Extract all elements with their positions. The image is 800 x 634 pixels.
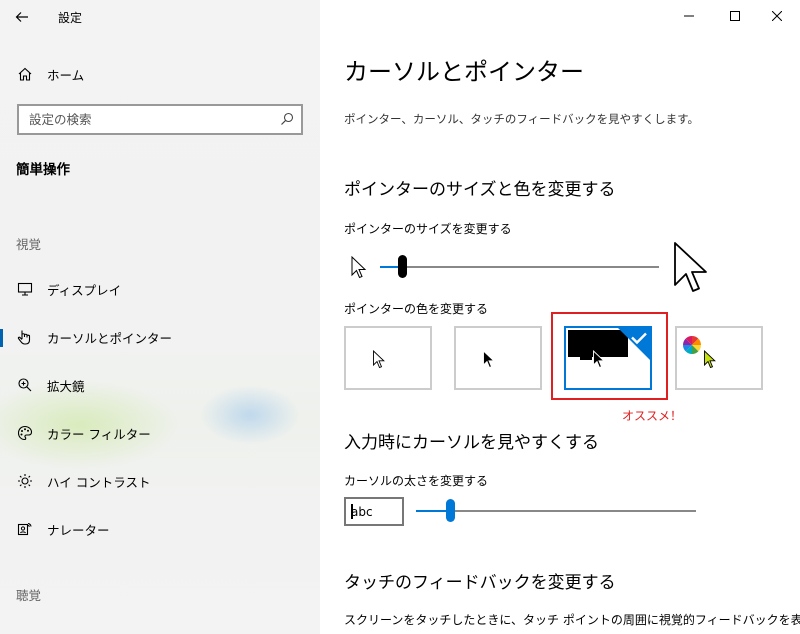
slider-thumb[interactable] [398,255,407,278]
cursor-preview-text: abc [351,505,373,519]
maximize-icon [730,11,740,21]
sidebar-item-label: カーソルとポインター [47,330,173,346]
sidebar-item-display[interactable]: ディスプレイ [0,273,320,305]
sidebar-item-narrator[interactable]: ナレーター [0,513,320,545]
sidebar: 設定 ホーム 簡単操作 視覚 ディスプレイ カーソルとポインター 拡大鏡 [0,0,320,634]
large-pointer-icon [674,242,707,292]
window-title: 設定 [58,11,83,25]
cursor-preview: abc [344,497,404,526]
pointer-color-custom[interactable] [675,326,763,390]
sidebar-item-label: ナレーター [47,522,110,538]
home-icon [16,65,34,83]
pointer-size-label: ポインターのサイズを変更する [344,222,512,236]
sidebar-item-color-filter[interactable]: カラー フィルター [0,417,320,449]
monitor-icon [16,280,34,298]
back-arrow-icon [15,12,28,22]
lime-pointer-icon [704,350,716,369]
pointer-color-white[interactable] [344,326,432,390]
close-button[interactable] [754,0,800,32]
slider-track [380,266,659,268]
sidebar-item-label: カラー フィルター [47,426,151,442]
black-pointer-icon [483,350,495,369]
pointer-hand-icon [16,328,34,346]
page-title: カーソルとポインター [344,58,584,86]
sun-icon [16,472,34,490]
sidebar-item-magnifier[interactable]: 拡大鏡 [0,369,320,401]
pointer-color-black[interactable] [454,326,542,390]
slider-thumb[interactable] [446,499,455,522]
small-pointer-icon [351,256,367,279]
title-bar: 設定 [0,0,320,34]
search-icon [279,111,295,131]
category-hearing: 聴覚 [16,588,42,603]
sidebar-item-label: 拡大鏡 [47,378,85,394]
color-wheel-icon [683,336,701,354]
magnifier-icon [16,376,34,394]
sidebar-item-label: ホーム [47,67,85,83]
narrator-icon [16,520,34,538]
palette-icon [16,424,34,442]
close-icon [772,11,782,21]
white-pointer-icon [373,350,385,369]
maximize-button[interactable] [712,0,758,32]
slider-fill [416,510,450,512]
sidebar-item-home[interactable]: ホーム [0,58,320,90]
touch-feedback-heading: タッチのフィードバックを変更する [344,573,616,593]
search-input[interactable] [19,106,259,133]
minimize-button[interactable] [666,0,712,32]
touch-feedback-text: スクリーンをタッチしたときに、タッチ ポイントの周囲に視覚的フィードバックを表 [344,613,800,627]
cursor-visibility-heading: 入力時にカーソルを見やすくする [344,433,599,453]
main-panel: カーソルとポインター ポインター、カーソル、タッチのフィードバックを見やすくしま… [320,0,800,634]
category-vision: 視覚 [16,237,42,252]
minimize-icon [684,15,694,17]
pointer-color-label: ポインターの色を変更する [344,302,489,316]
sidebar-item-label: ハイ コントラスト [47,474,151,490]
pointer-size-color-heading: ポインターのサイズと色を変更する [344,180,616,200]
sidebar-item-cursor-pointer[interactable]: カーソルとポインター [0,321,320,353]
cursor-thickness-label: カーソルの太さを変更する [344,474,489,488]
sidebar-item-high-contrast[interactable]: ハイ コントラスト [0,465,320,497]
recommendation-annotation: オススメ！ [622,409,683,423]
search-box[interactable] [17,104,303,135]
recommendation-highlight [551,312,668,400]
slider-track [416,510,696,512]
page-description: ポインター、カーソル、タッチのフィードバックを見やすくします。 [344,112,700,126]
back-button[interactable] [6,4,38,30]
sidebar-item-label: ディスプレイ [47,282,122,298]
section-heading: 簡単操作 [16,162,70,178]
